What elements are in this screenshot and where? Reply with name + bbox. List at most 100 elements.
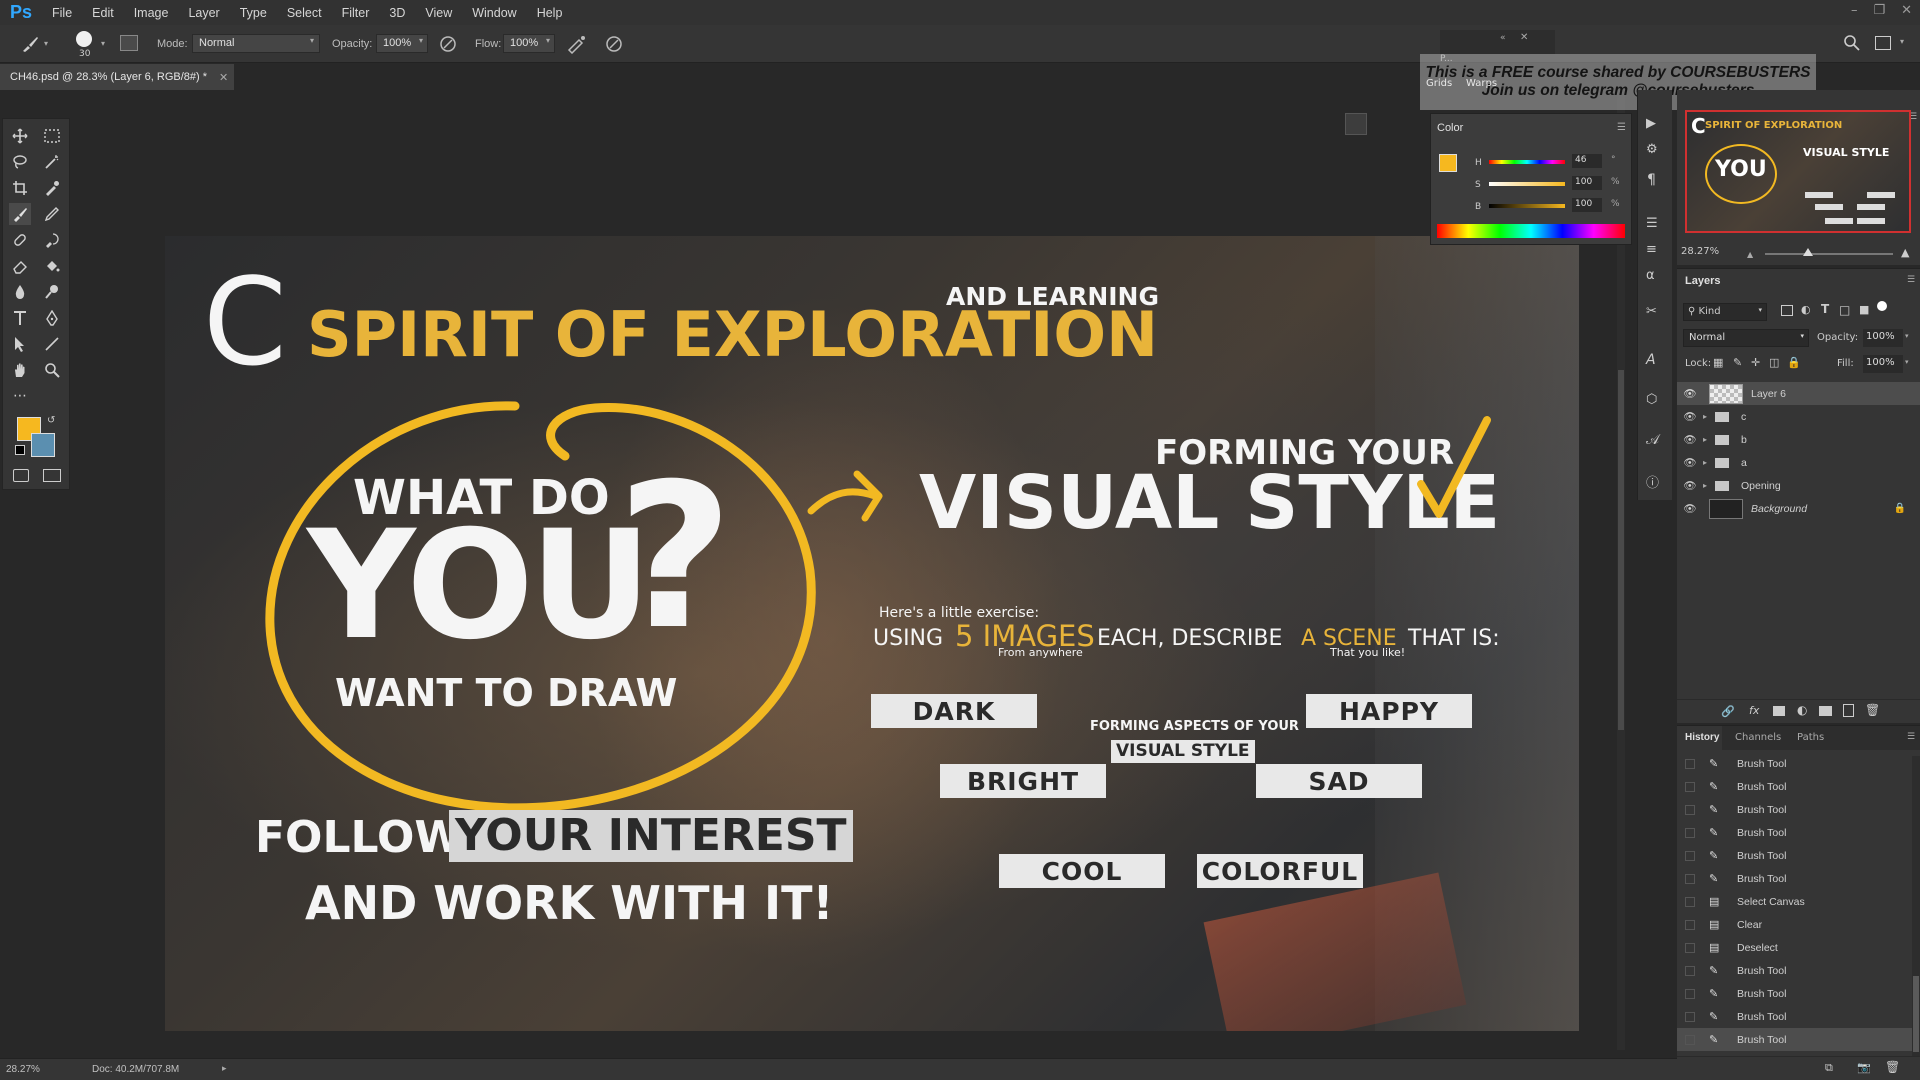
search-icon[interactable] bbox=[1843, 34, 1861, 52]
history-item[interactable]: ✎ Brush Tool bbox=[1677, 844, 1912, 867]
history-item[interactable]: ✎ Brush Tool bbox=[1677, 752, 1912, 775]
saturation-value-field[interactable]: 100 bbox=[1572, 176, 1602, 190]
navigator-zoom-slider[interactable] bbox=[1765, 253, 1893, 255]
close-tab-icon[interactable]: ✕ bbox=[219, 71, 228, 84]
pressure-opacity-icon[interactable] bbox=[438, 34, 458, 54]
chevron-right-icon[interactable]: ▸ bbox=[1703, 435, 1713, 444]
filter-type-icon[interactable]: T bbox=[1821, 302, 1829, 316]
history-snapshot-source-checkbox[interactable] bbox=[1685, 827, 1695, 838]
lock-pixels-icon[interactable]: ✎ bbox=[1733, 356, 1742, 369]
new-adjustment-icon[interactable]: ◐ bbox=[1797, 703, 1807, 717]
history-item[interactable]: ✎ Brush Tool bbox=[1677, 867, 1912, 890]
history-snapshot-source-checkbox[interactable] bbox=[1685, 988, 1695, 999]
eye-icon[interactable]: 👁 bbox=[1677, 456, 1703, 469]
paths-tab[interactable]: Paths bbox=[1797, 732, 1824, 743]
dodge-tool-icon[interactable] bbox=[41, 281, 63, 303]
restore-icon[interactable]: ❐ bbox=[1873, 3, 1885, 18]
status-menu-chevron-icon[interactable]: ▸ bbox=[222, 1063, 227, 1074]
navigator-thumbnail[interactable]: C SPIRIT OF EXPLORATION YOU VISUAL STYLE bbox=[1685, 110, 1911, 233]
history-item[interactable]: ✎ Brush Tool bbox=[1677, 982, 1912, 1005]
marquee-tool-icon[interactable] bbox=[41, 125, 63, 147]
tool-preset-chevron-icon[interactable]: ▾ bbox=[44, 39, 48, 48]
paragraph-styles-icon[interactable]: ≡ bbox=[1646, 242, 1657, 257]
info-icon[interactable]: ⓘ bbox=[1646, 472, 1659, 491]
history-item[interactable]: ▤ Select Canvas bbox=[1677, 890, 1912, 913]
eye-icon[interactable]: 👁 bbox=[1677, 410, 1703, 423]
close-icon[interactable]: ✕ bbox=[1901, 3, 1912, 18]
color-panel-menu-icon[interactable]: ☰ bbox=[1617, 122, 1626, 133]
eyedropper-tool-icon[interactable] bbox=[41, 177, 63, 199]
color-panel-foreground-swatch[interactable] bbox=[1439, 154, 1457, 172]
layer-row[interactable]: 👁 ▸ b bbox=[1677, 428, 1920, 451]
character-icon[interactable]: A bbox=[1646, 352, 1656, 368]
artboard-image[interactable]: C AND LEARNING SPIRIT OF EXPLORATION WHA… bbox=[165, 236, 1579, 1031]
history-snapshot-source-checkbox[interactable] bbox=[1685, 965, 1695, 976]
history-item[interactable]: ✎ Brush Tool bbox=[1677, 1028, 1912, 1051]
layer-row[interactable]: 👁 ▸ a bbox=[1677, 451, 1920, 474]
brightness-slider-track[interactable] bbox=[1489, 204, 1565, 208]
background-color-swatch[interactable] bbox=[31, 433, 55, 457]
lock-all-icon[interactable]: 🔒 bbox=[1787, 356, 1801, 369]
airbrush-icon[interactable] bbox=[565, 34, 587, 54]
adjustments-icon[interactable]: ☰ bbox=[1646, 216, 1658, 231]
eye-icon[interactable]: 👁 bbox=[1677, 479, 1703, 492]
delete-layer-icon[interactable]: 🗑 bbox=[1865, 703, 1880, 717]
filter-smart-object-icon[interactable]: ■ bbox=[1859, 303, 1869, 316]
collapse-panel-icon[interactable]: « bbox=[1500, 33, 1506, 43]
grids-tab[interactable]: Grids bbox=[1426, 78, 1452, 89]
status-zoom[interactable]: 28.27% bbox=[6, 1064, 40, 1075]
delete-state-icon[interactable]: 🗑 bbox=[1885, 1060, 1900, 1074]
add-mask-icon[interactable] bbox=[1773, 706, 1785, 716]
properties-panel-icon[interactable] bbox=[1345, 113, 1367, 135]
workspace-icon[interactable] bbox=[1875, 36, 1891, 50]
more-tools-icon[interactable]: ⋯ bbox=[9, 385, 31, 407]
tool-presets-icon[interactable]: ✂ bbox=[1646, 304, 1657, 319]
history-item[interactable]: ▤ Clear bbox=[1677, 913, 1912, 936]
brush-preview-icon[interactable] bbox=[76, 31, 92, 47]
fill-field[interactable]: 100% bbox=[1863, 355, 1903, 373]
menu-edit[interactable]: Edit bbox=[82, 6, 124, 20]
lock-position-icon[interactable]: ✛ bbox=[1751, 356, 1760, 369]
history-snapshot-source-checkbox[interactable] bbox=[1685, 896, 1695, 907]
navigator-zoom-value[interactable]: 28.27% bbox=[1681, 246, 1719, 257]
quick-mask-icon[interactable] bbox=[13, 469, 29, 482]
history-item[interactable]: ✎ Brush Tool bbox=[1677, 1005, 1912, 1028]
menu-image[interactable]: Image bbox=[124, 6, 179, 20]
actions-play-icon[interactable]: ▶ bbox=[1646, 116, 1656, 131]
workspace-chevron-icon[interactable]: ▾ bbox=[1900, 37, 1904, 46]
screen-mode-icon[interactable] bbox=[43, 469, 61, 482]
vertical-scroll-thumb[interactable] bbox=[1618, 370, 1624, 730]
history-snapshot-source-checkbox[interactable] bbox=[1685, 758, 1695, 769]
menu-help[interactable]: Help bbox=[527, 6, 573, 20]
history-snapshot-source-checkbox[interactable] bbox=[1685, 1034, 1695, 1045]
channels-tab[interactable]: Channels bbox=[1735, 732, 1781, 743]
line-tool-icon[interactable] bbox=[41, 333, 63, 355]
layer-row[interactable]: 👁 Background 🔒 bbox=[1677, 497, 1920, 520]
eye-icon[interactable]: 👁 bbox=[1677, 387, 1703, 400]
magic-wand-tool-icon[interactable] bbox=[41, 151, 63, 173]
mode-select[interactable]: Normal ▾ bbox=[192, 34, 320, 53]
eraser-tool-icon[interactable] bbox=[9, 255, 31, 277]
filter-shape-icon[interactable]: □ bbox=[1839, 303, 1850, 317]
minimize-icon[interactable]: – bbox=[1851, 3, 1858, 18]
chevron-right-icon[interactable]: ▸ bbox=[1703, 481, 1713, 490]
brush-picker-chevron-icon[interactable]: ▾ bbox=[101, 39, 105, 48]
default-colors-icon[interactable] bbox=[15, 445, 25, 455]
history-snapshot-source-checkbox[interactable] bbox=[1685, 919, 1695, 930]
swap-colors-icon[interactable]: ↺ bbox=[47, 415, 55, 426]
link-layers-icon[interactable]: 🔗 bbox=[1721, 705, 1735, 718]
menu-layer[interactable]: Layer bbox=[178, 6, 229, 20]
history-snapshot-source-checkbox[interactable] bbox=[1685, 942, 1695, 953]
history-item[interactable]: ✎ Brush Tool bbox=[1677, 775, 1912, 798]
zoom-out-icon[interactable]: ▲ bbox=[1747, 250, 1753, 259]
history-snapshot-source-checkbox[interactable] bbox=[1685, 850, 1695, 861]
layer-filter-kind-select[interactable]: ⚲ Kind ▾ bbox=[1683, 303, 1767, 321]
character-styles-icon[interactable]: α bbox=[1646, 268, 1655, 283]
layer-row[interactable]: 👁 ▸ c bbox=[1677, 405, 1920, 428]
history-item[interactable]: ✎ Brush Tool bbox=[1677, 798, 1912, 821]
opacity-field[interactable]: 100% ▾ bbox=[376, 34, 428, 53]
pencil-tool-icon[interactable] bbox=[41, 203, 63, 225]
warps-tab[interactable]: Warps bbox=[1466, 78, 1497, 89]
filter-adjustment-icon[interactable]: ◐ bbox=[1801, 303, 1811, 316]
zoom-in-icon[interactable]: ▲ bbox=[1901, 246, 1909, 259]
